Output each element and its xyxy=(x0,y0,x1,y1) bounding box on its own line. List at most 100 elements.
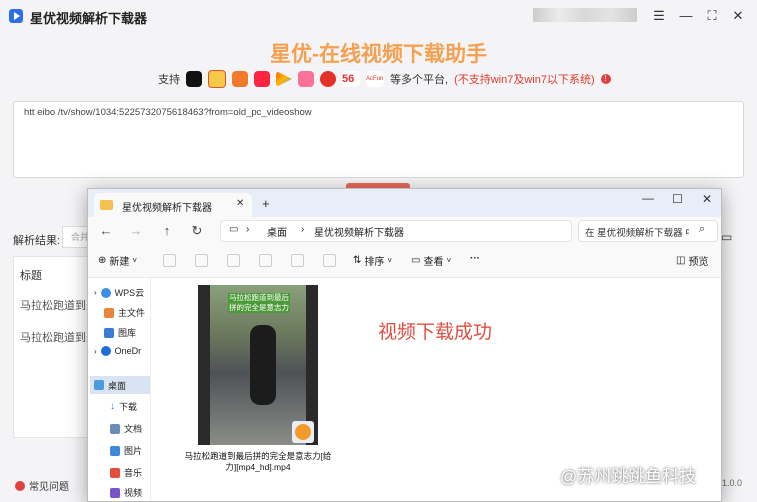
weibo-icon xyxy=(208,70,226,88)
explorer-tabbar: 星优视频解析下载器 ✕ + — ☐ ✕ xyxy=(88,189,721,217)
video-file-thumbnail[interactable]: 马拉松跑道到最后拼的完全是意志力 xyxy=(198,285,318,445)
delete-icon[interactable] xyxy=(323,254,336,267)
search-input[interactable]: 在 星优视频解析下载器 中 ⌕ xyxy=(578,220,718,242)
support-suffix: 等多个平台, xyxy=(390,74,449,86)
video-icon xyxy=(110,487,120,498)
sidebar-item-downloads[interactable]: ↓ 下载 xyxy=(110,400,137,413)
support-row: 支持 56 AcFun 等多个平台, (不支持win7及win7以下系统) ! xyxy=(158,70,611,88)
url-input[interactable]: htt eibo /tv/show/1034:5225732075618463?… xyxy=(13,101,744,178)
tab-close-icon[interactable]: ✕ xyxy=(236,198,244,209)
app-title: 星优视频解析下载器 xyxy=(30,11,148,26)
sidebar-label: 下载 xyxy=(119,402,138,412)
address-bar[interactable]: ▭ › 桌面 › 星优视频解析下载器 xyxy=(220,220,572,242)
runner-figure xyxy=(250,325,276,405)
help-icon xyxy=(15,480,25,491)
url-input-value: htt eibo /tv/show/1034:5225732075618463?… xyxy=(24,107,312,118)
sidebar-item-music[interactable]: 音乐 xyxy=(110,466,142,479)
download-success-text: 视频下载成功 xyxy=(378,322,493,343)
preview-pane-icon: ◫ xyxy=(676,255,686,266)
view-button[interactable]: ▭ 查看 ˅ xyxy=(411,253,451,268)
search-icon: ⌕ xyxy=(699,223,706,235)
sidebar-item-onedrive[interactable]: › OneDr xyxy=(94,346,141,356)
sidebar-item-desktop[interactable]: 桌面 xyxy=(90,376,150,394)
info-icon[interactable]: ! xyxy=(600,74,611,84)
view-icon: ▭ xyxy=(411,255,421,266)
close-button[interactable]: ✕ xyxy=(729,7,747,25)
explorer-tab[interactable]: 星优视频解析下载器 ✕ xyxy=(94,193,252,217)
explorer-minimize-button[interactable]: — xyxy=(642,191,654,205)
copy-icon[interactable] xyxy=(195,254,208,267)
forward-arrow-icon[interactable]: → xyxy=(127,222,145,240)
app-titlebar: 星优视频解析下载器 ☰ — ⛶ ✕ xyxy=(0,0,757,32)
up-arrow-icon[interactable]: ↑ xyxy=(158,222,176,240)
sort-button[interactable]: ⇅ 排序 ˅ xyxy=(353,253,392,268)
sidebar-item-pictures[interactable]: 图片 xyxy=(110,444,142,457)
sidebar-item-home[interactable]: 主文件 xyxy=(104,306,145,319)
help-label: 常见问题 xyxy=(29,482,69,493)
home-icon xyxy=(104,307,114,318)
table-header-title: 标题 xyxy=(20,270,42,282)
new-button[interactable]: ⊕ 新建 ˅ xyxy=(98,253,137,268)
download-icon: ↓ xyxy=(110,401,115,412)
sidebar-label: WPS云 xyxy=(114,288,145,298)
settings-icon[interactable]: ☰ xyxy=(650,7,668,25)
onedrive-icon xyxy=(100,346,111,356)
picture-icon xyxy=(110,445,120,456)
breadcrumb-folder[interactable]: 星优视频解析下载器 xyxy=(314,224,404,239)
explorer-maximize-button[interactable]: ☐ xyxy=(672,192,683,206)
plus-circle-icon: ⊕ xyxy=(98,255,107,266)
watermark: @苏州跳跳鱼科技 xyxy=(560,467,697,486)
navigation-pane: › WPS云 主文件 图库 › OneDr 桌面 ↓ 下载 文档 图片 音乐 视频 xyxy=(88,278,151,501)
result-label: 解析结果: xyxy=(13,235,61,247)
cut-icon[interactable] xyxy=(163,254,176,267)
sidebar-label: 主文件 xyxy=(118,308,146,318)
kuaishou-icon xyxy=(232,71,248,87)
new-tab-button[interactable]: + xyxy=(262,196,270,211)
app-logo-icon xyxy=(9,9,23,23)
chevron-down-icon: ˅ xyxy=(132,256,138,265)
sidebar-item-wps[interactable]: › WPS云 xyxy=(94,286,144,299)
preview-button[interactable]: ◫ 预览 xyxy=(676,253,708,268)
explorer-tab-title: 星优视频解析下载器 xyxy=(122,203,212,214)
desktop-icon xyxy=(94,380,104,390)
sidebar-label: 文档 xyxy=(124,424,143,434)
explorer-toolbar: ⊕ 新建 ˅ ⇅ 排序 ˅ ▭ 查看 ˅ ··· ◫ 预览 xyxy=(88,245,721,278)
help-link[interactable]: 常见问题 xyxy=(15,478,69,493)
support-prefix: 支持 xyxy=(158,74,180,86)
sidebar-item-videos[interactable]: 视频 xyxy=(110,486,142,499)
sidebar-item-gallery[interactable]: 图库 xyxy=(104,326,136,339)
sort-label: 排序 xyxy=(364,257,385,268)
folder-icon xyxy=(100,200,113,210)
chevron-right-icon: › xyxy=(301,224,305,235)
xiaohongshu-icon xyxy=(254,71,270,87)
breadcrumb-desktop[interactable]: 桌面 xyxy=(267,224,287,239)
system-warning: (不支持win7及win7以下系统) xyxy=(454,74,595,86)
folder-outline-icon: ▭ xyxy=(721,230,733,244)
explorer-close-button[interactable]: ✕ xyxy=(702,192,712,206)
sidebar-item-documents[interactable]: 文档 xyxy=(110,422,142,435)
monitor-icon: ▭ xyxy=(229,224,239,235)
refresh-icon[interactable]: ↻ xyxy=(188,222,206,240)
back-arrow-icon[interactable]: ← xyxy=(97,222,115,240)
share-icon[interactable] xyxy=(291,254,304,267)
gallery-icon xyxy=(104,327,114,338)
acfun-56-icon: 56 xyxy=(342,71,360,87)
maximize-button[interactable]: ⛶ xyxy=(703,7,721,25)
tiktok-icon xyxy=(186,71,202,87)
bilibili-icon xyxy=(298,71,314,87)
minimize-button[interactable]: — xyxy=(677,7,695,25)
sidebar-label: 桌面 xyxy=(108,380,127,391)
rename-icon[interactable] xyxy=(259,254,272,267)
video-file-name[interactable]: 马拉松跑道到最后拼的完全是意志力[给力][mp4_hd].mp4 xyxy=(180,451,336,473)
search-input-placeholder: 在 星优视频解析下载器 中 xyxy=(585,228,689,239)
paste-icon[interactable] xyxy=(227,254,240,267)
sidebar-label: 音乐 xyxy=(124,468,143,478)
blurred-user-area xyxy=(533,8,637,22)
cloud-icon xyxy=(100,287,111,298)
preview-label: 预览 xyxy=(688,257,709,268)
sidebar-label: 图片 xyxy=(124,446,143,456)
hero-title: 星优-在线视频下载助手 xyxy=(270,43,487,66)
result-table: 标题 马拉松跑道到最后 马拉松跑道到最后 xyxy=(13,256,108,438)
more-options-icon[interactable]: ··· xyxy=(470,253,480,264)
tencent-video-icon xyxy=(276,71,292,87)
